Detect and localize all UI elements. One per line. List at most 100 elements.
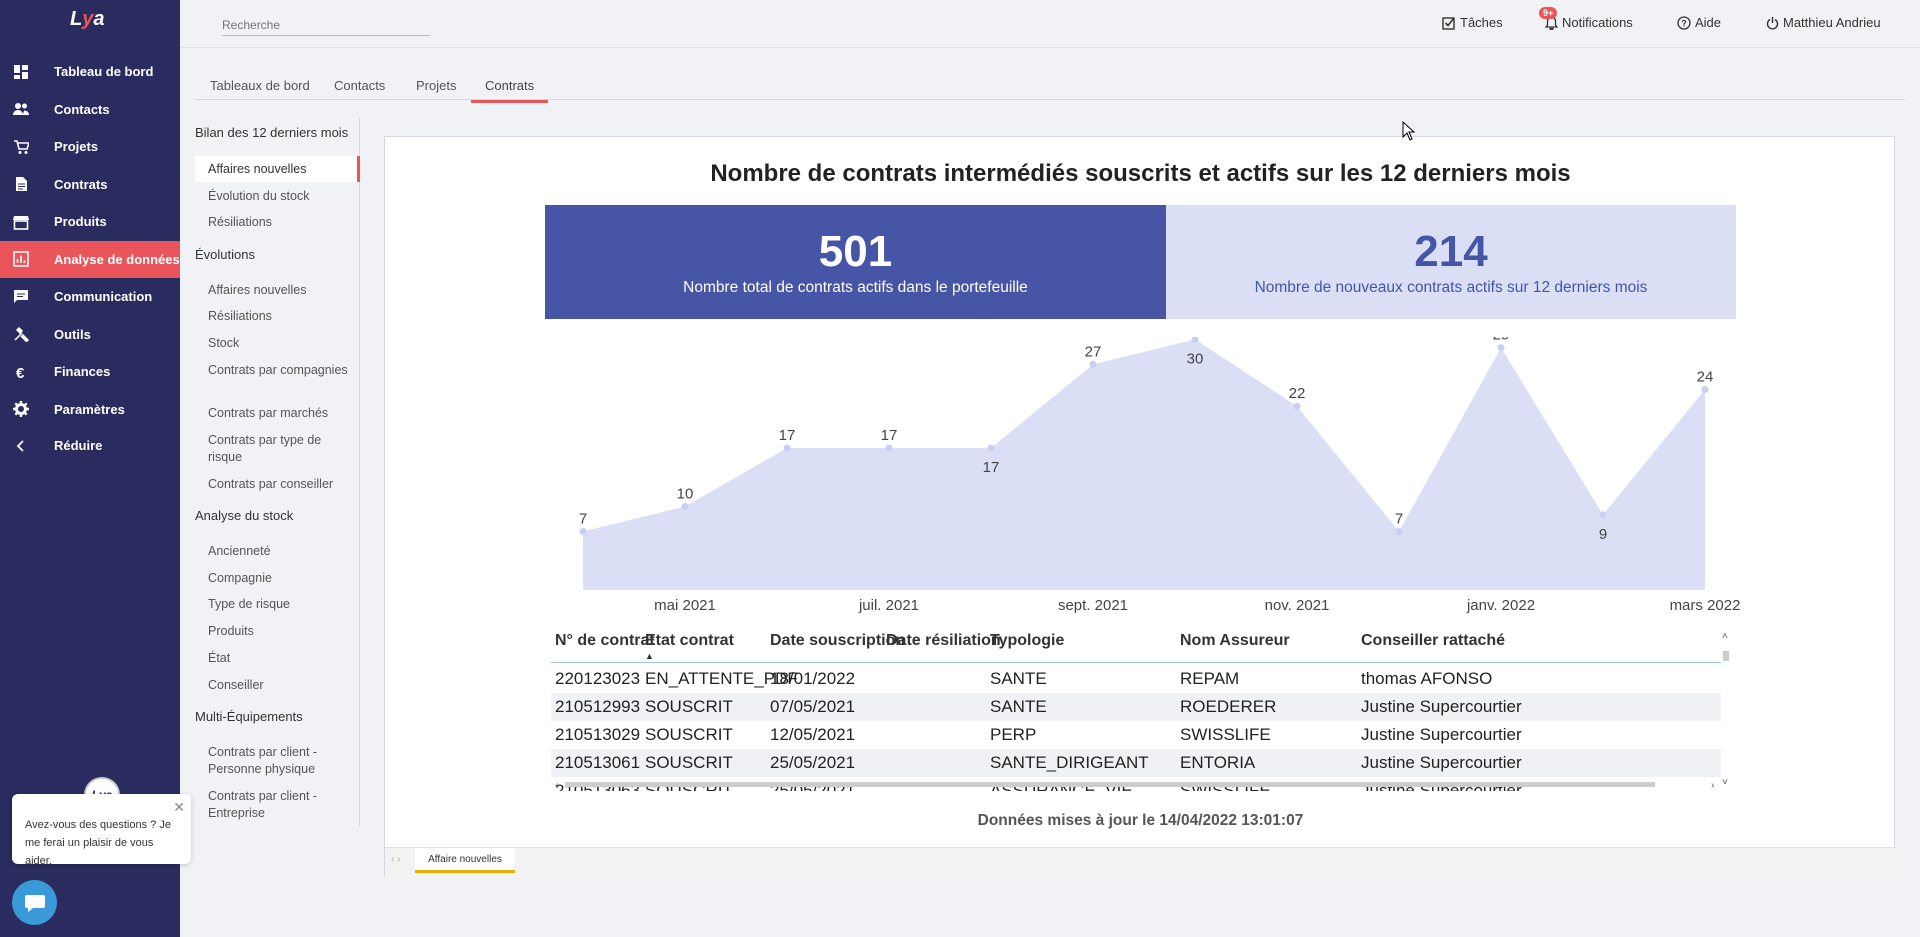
dashboard-icon bbox=[13, 64, 29, 80]
data-point[interactable] bbox=[1701, 385, 1709, 393]
column-header[interactable]: Nom Assureur bbox=[1180, 632, 1290, 650]
subnav-compagnie[interactable]: Compagnie bbox=[208, 570, 358, 587]
data-label: 17 bbox=[983, 459, 1000, 476]
subnav-anciennete[interactable]: Ancienneté bbox=[208, 543, 358, 560]
app-logo[interactable]: Lya bbox=[70, 8, 110, 38]
subnav-client-personne-physique[interactable]: Contrats par client - Personne physique bbox=[208, 744, 358, 778]
tab-tableaux-de-bord[interactable]: Tableaux de bord bbox=[210, 78, 310, 101]
report-title: Nombre de contrats intermédiés souscrits… bbox=[710, 160, 1571, 187]
data-point[interactable] bbox=[783, 444, 791, 452]
column-header[interactable]: Typologie bbox=[990, 632, 1064, 650]
table-row[interactable]: 210512993 SOUSCRIT 07/05/2021 SANTE ROEDERER… bbox=[551, 693, 1721, 721]
checkbox-icon bbox=[1442, 16, 1455, 30]
subnav-client-entreprise[interactable]: Contrats par client - Entreprise bbox=[208, 788, 358, 822]
column-header[interactable]: Date résiliation bbox=[886, 632, 1001, 650]
table-row[interactable]: 220123023 EN_ATTENTE_PDF 18/01/2022 SANTE RE… bbox=[551, 665, 1721, 693]
tasks-button[interactable]: Tâches bbox=[1442, 15, 1503, 30]
table-cell: SANTE bbox=[990, 669, 1047, 688]
table-row[interactable]: 210513029 SOUSCRIT 12/05/2021 PERP SWISSLIFE… bbox=[551, 721, 1721, 749]
tab-contacts[interactable]: Contacts bbox=[334, 78, 385, 101]
tab-projets[interactable]: Projets bbox=[416, 78, 456, 101]
data-point[interactable] bbox=[1395, 528, 1403, 536]
subnav-contrats-marches[interactable]: Contrats par marchés bbox=[208, 405, 358, 422]
column-header[interactable]: Conseiller rattaché bbox=[1361, 632, 1505, 650]
sidebar-item-contacts[interactable]: Contacts bbox=[0, 91, 180, 129]
tab-contrats[interactable]: Contrats bbox=[471, 78, 549, 103]
table-cell: Justine Supercourtier bbox=[1361, 753, 1522, 772]
subnav-evo-resiliations[interactable]: Résiliations bbox=[208, 308, 358, 325]
vertical-scrollbar[interactable]: ˄ ˅ bbox=[1721, 627, 1731, 787]
sidebar-item-outils[interactable]: Outils bbox=[0, 316, 180, 354]
subnav-evo-stock[interactable]: Stock bbox=[208, 335, 358, 352]
subnav-resiliations[interactable]: Résiliations bbox=[208, 214, 358, 231]
table-row[interactable]: 210513061 SOUSCRIT 25/05/2021 SANTE_DIRIGEA… bbox=[551, 749, 1721, 777]
sidebar-item-label: Outils bbox=[54, 326, 91, 342]
chat-bubble: ✕ Avez-vous des questions ? Je me ferai … bbox=[12, 794, 191, 867]
data-point[interactable] bbox=[1089, 360, 1097, 368]
sidebar-item-projets[interactable]: Projets bbox=[0, 128, 180, 166]
sidebar-item-parametres[interactable]: Paramètres bbox=[0, 391, 180, 429]
x-tick-label: nov. 2021 bbox=[1265, 597, 1330, 614]
page-tab-affaire-nouvelles[interactable]: Affaire nouvelles bbox=[415, 848, 515, 873]
table-cell: thomas AFONSO bbox=[1361, 669, 1493, 688]
report-page-bar: ‹ › Affaire nouvelles bbox=[385, 847, 1896, 877]
table-cell: SWISSLIFE bbox=[1180, 725, 1271, 744]
subnav-contrats-type-risque[interactable]: Contrats par type de risque bbox=[208, 432, 358, 466]
sidebar-item-label: Projets bbox=[54, 139, 99, 155]
data-point[interactable] bbox=[987, 444, 995, 452]
data-point[interactable] bbox=[681, 502, 689, 510]
sidebar-item-reduire[interactable]: Réduire bbox=[0, 427, 180, 465]
help-icon: ? bbox=[1677, 15, 1691, 30]
chat-button[interactable] bbox=[12, 880, 57, 925]
sidebar-nav: Tableau de bord Contacts Projets Contrats Pr… bbox=[0, 53, 180, 465]
table-cell: PERP bbox=[990, 725, 1037, 744]
column-header[interactable]: Date souscription bbox=[770, 632, 905, 650]
subnav-produits[interactable]: Produits bbox=[208, 623, 358, 640]
euro-icon: € bbox=[13, 364, 29, 380]
data-label: 27 bbox=[1085, 343, 1102, 360]
subnav-contrats-conseiller[interactable]: Contrats par conseiller bbox=[208, 476, 358, 493]
data-point[interactable] bbox=[885, 444, 893, 452]
table-cell: 220123023 bbox=[555, 669, 641, 688]
data-label: 7 bbox=[1395, 511, 1403, 528]
help-button[interactable]: ? Aide bbox=[1677, 15, 1721, 30]
column-header[interactable]: N° de contrat bbox=[555, 632, 655, 650]
user-menu[interactable]: Matthieu Andrieu bbox=[1766, 15, 1881, 30]
cart-icon bbox=[13, 139, 29, 155]
table-cell: SOUSCRIT bbox=[645, 725, 733, 744]
svg-text:€: € bbox=[16, 365, 25, 380]
subnav-etat[interactable]: État bbox=[208, 650, 358, 667]
data-point[interactable] bbox=[579, 528, 587, 536]
subnav-contrats-compagnies[interactable]: Contrats par compagnies bbox=[208, 362, 358, 379]
data-point[interactable] bbox=[1599, 511, 1607, 519]
subnav-evo-affaires-nouvelles[interactable]: Affaires nouvelles bbox=[208, 282, 358, 299]
sort-ascending-icon: ▲ bbox=[645, 651, 654, 661]
data-point[interactable] bbox=[1293, 402, 1301, 410]
subnav-affaires-nouvelles[interactable]: Affaires nouvelles bbox=[208, 161, 358, 178]
document-icon bbox=[13, 176, 29, 192]
subnav-type-risque[interactable]: Type de risque bbox=[208, 596, 358, 613]
notifications-button[interactable]: 9+ Notifications bbox=[1539, 7, 1633, 30]
section-evolutions: Évolutions bbox=[195, 247, 255, 262]
sidebar-item-produits[interactable]: Produits bbox=[0, 203, 180, 241]
page-nav-arrows[interactable]: ‹ › bbox=[391, 854, 400, 865]
sidebar-item-tableau-de-bord[interactable]: Tableau de bord bbox=[0, 53, 180, 91]
data-label: 24 bbox=[1697, 368, 1714, 385]
subnav-evolution-stock[interactable]: Évolution du stock bbox=[208, 188, 358, 205]
chart-icon bbox=[13, 251, 29, 267]
sidebar-item-finances[interactable]: € Finances bbox=[0, 353, 180, 391]
search-input[interactable] bbox=[222, 14, 430, 36]
close-icon[interactable]: ✕ bbox=[173, 798, 185, 816]
table-cell: SOUSCRIT bbox=[645, 753, 733, 772]
table-cell: Justine Supercourtier bbox=[1361, 697, 1522, 716]
sidebar-item-analyse-de-donnees[interactable]: Analyse de données bbox=[0, 240, 180, 278]
horizontal-scrollbar[interactable]: ‹ › bbox=[551, 779, 1721, 789]
data-point[interactable] bbox=[1497, 344, 1505, 352]
help-label: Aide bbox=[1695, 15, 1722, 30]
sidebar-item-contrats[interactable]: Contrats bbox=[0, 166, 180, 204]
store-icon bbox=[13, 214, 29, 230]
x-tick-label: sept. 2021 bbox=[1058, 597, 1128, 614]
sidebar-item-communication[interactable]: Communication bbox=[0, 278, 180, 316]
subnav-conseiller[interactable]: Conseiller bbox=[208, 677, 358, 694]
column-header[interactable]: Etat contrat bbox=[645, 632, 734, 650]
